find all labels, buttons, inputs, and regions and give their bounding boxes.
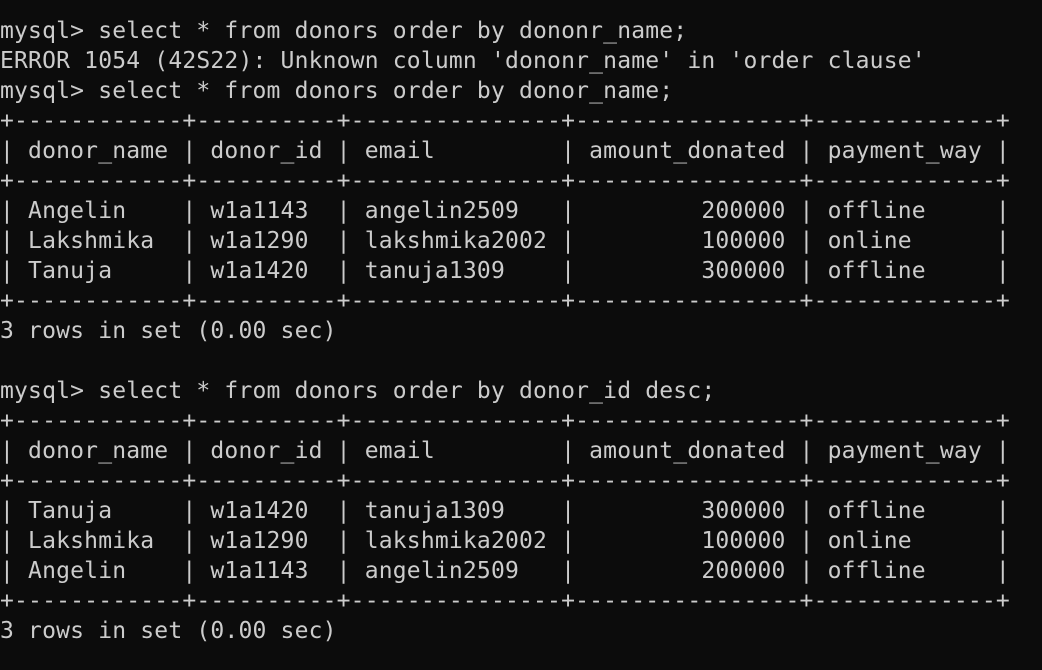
table-row: | Tanuja | w1a1420 | tanuja1309 | 300000… bbox=[0, 498, 1010, 524]
table-border-top: +------------+----------+---------------… bbox=[0, 408, 1010, 434]
table-row: | Lakshmika | w1a1290 | lakshmika2002 | … bbox=[0, 228, 1010, 254]
table-border-bottom: +------------+----------+---------------… bbox=[0, 288, 1010, 314]
table-header-row: | donor_name | donor_id | email | amount… bbox=[0, 438, 1010, 464]
prompt-line-query-1: mysql> select * from donors order by don… bbox=[0, 18, 688, 44]
table-border-header: +------------+----------+---------------… bbox=[0, 168, 1010, 194]
table-border-header: +------------+----------+---------------… bbox=[0, 468, 1010, 494]
table-row: | Angelin | w1a1143 | angelin2509 | 2000… bbox=[0, 198, 1010, 224]
error-message-line: ERROR 1054 (42S22): Unknown column 'dono… bbox=[0, 48, 926, 74]
result-summary-line: 3 rows in set (0.00 sec) bbox=[0, 318, 337, 344]
prompt-line-query-2: mysql> select * from donors order by don… bbox=[0, 78, 674, 104]
terminal-window[interactable]: mysql> select * from donors order by don… bbox=[0, 0, 1042, 670]
table-border-bottom: +------------+----------+---------------… bbox=[0, 588, 1010, 614]
table-row: | Lakshmika | w1a1290 | lakshmika2002 | … bbox=[0, 528, 1010, 554]
prompt-line-query-3: mysql> select * from donors order by don… bbox=[0, 378, 716, 404]
table-row: | Angelin | w1a1143 | angelin2509 | 2000… bbox=[0, 558, 1010, 584]
table-row: | Tanuja | w1a1420 | tanuja1309 | 300000… bbox=[0, 258, 1010, 284]
result-summary-line: 3 rows in set (0.00 sec) bbox=[0, 618, 337, 644]
table-header-row: | donor_name | donor_id | email | amount… bbox=[0, 138, 1010, 164]
table-border-top: +------------+----------+---------------… bbox=[0, 108, 1010, 134]
